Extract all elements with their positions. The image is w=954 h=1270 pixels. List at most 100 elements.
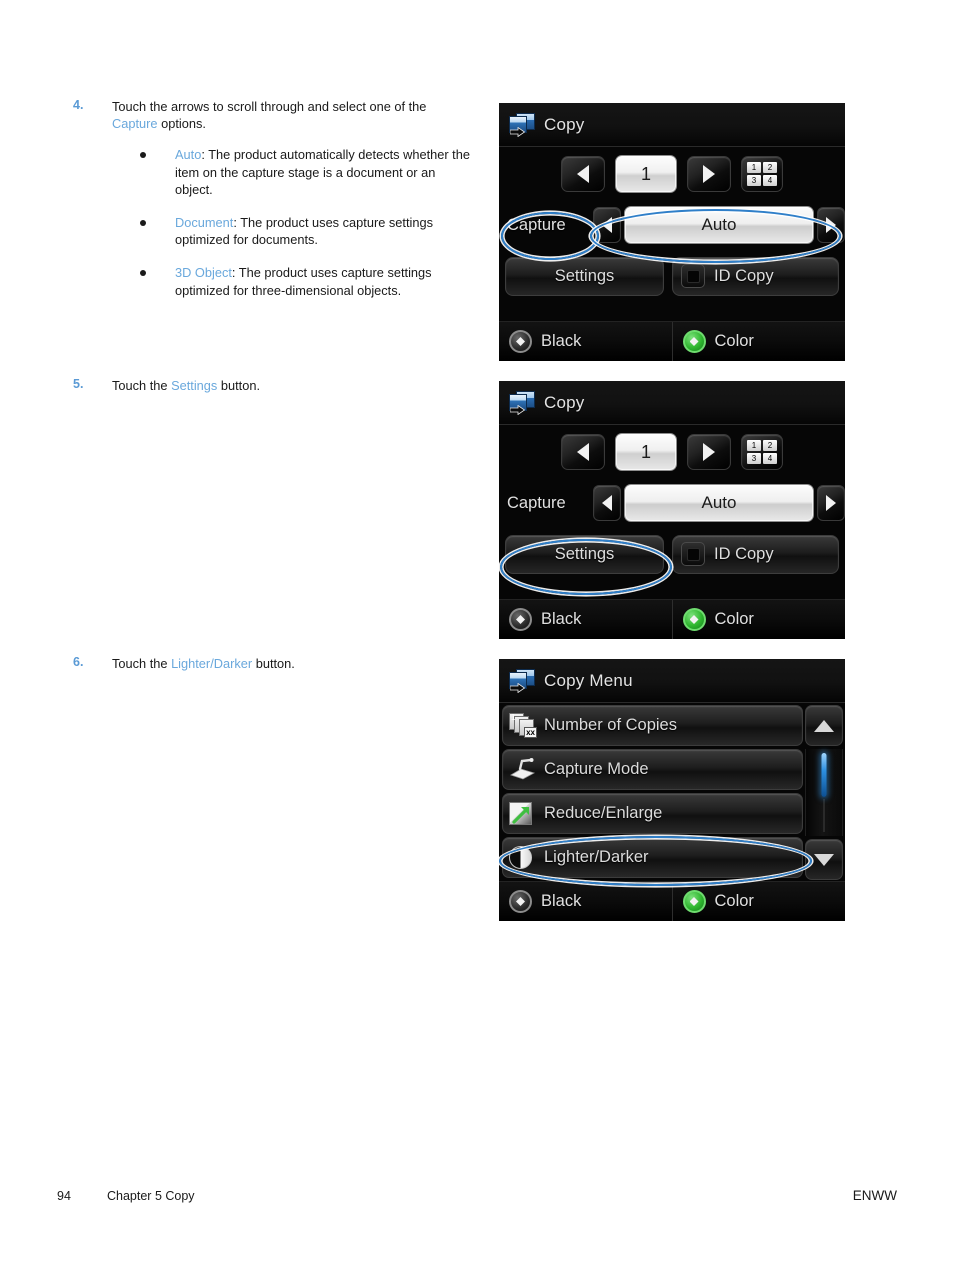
- id-copy-button[interactable]: ID Copy: [672, 534, 839, 574]
- step-6-accent-lighter-darker: Lighter/Darker: [171, 656, 253, 671]
- id-card-icon: [681, 542, 705, 566]
- scrollbar-thumb[interactable]: [821, 753, 827, 797]
- black-label: Black: [541, 332, 582, 350]
- menu-item-capture-mode[interactable]: Capture Mode: [502, 749, 803, 790]
- capture-options-list: Auto: The product automatically detects …: [140, 146, 473, 298]
- copy-count-value[interactable]: 1: [615, 155, 677, 193]
- step-4-accent-capture: Capture: [112, 116, 158, 132]
- id-card-icon: [681, 264, 705, 288]
- copies-icon: 1 xx: [509, 713, 537, 738]
- panel-1-footer: Black Color: [499, 321, 845, 361]
- copy-count-row: 1 1 2 3 4: [499, 433, 845, 471]
- capture-prev-button[interactable]: [593, 485, 621, 521]
- capture-value[interactable]: Auto: [624, 206, 814, 244]
- keypad-icon[interactable]: 1 2 3 4: [741, 156, 783, 192]
- panel-2-footer: Black Color: [499, 599, 845, 639]
- keypad-key-4: 4: [763, 453, 777, 464]
- capture-setting-row: Capture Auto: [499, 482, 845, 524]
- panel-2-header: Copy: [499, 381, 845, 425]
- step-4-body: Touch the arrows to scroll through and s…: [112, 98, 473, 299]
- option-auto-label: Auto: [175, 147, 202, 163]
- keypad-key-2: 2: [763, 440, 777, 451]
- capture-value[interactable]: Auto: [624, 484, 814, 522]
- keypad-key-1: 1: [747, 162, 761, 173]
- decrement-copies-button[interactable]: [561, 434, 605, 470]
- scroll-up-button[interactable]: [805, 705, 843, 746]
- color-start-button[interactable]: Color: [671, 882, 846, 921]
- menu-item-lighter-darker[interactable]: Lighter/Darker: [502, 837, 803, 878]
- device-screen-panel-1: Copy 1 1 2 3 4 Capture Auto Settings ID …: [499, 103, 845, 361]
- panel-1-title: Copy: [544, 114, 585, 134]
- scroll-down-button[interactable]: [805, 839, 843, 880]
- bullet-icon: [140, 151, 146, 158]
- black-start-button[interactable]: Black: [499, 600, 672, 639]
- panel-1-body: 1 1 2 3 4 Capture Auto Settings ID Copy: [499, 147, 845, 322]
- step-6-text-after: button.: [252, 656, 295, 671]
- step-6: 6. Touch the Lighter/Darker button.: [73, 655, 473, 672]
- contrast-icon: [509, 845, 536, 870]
- device-screen-panel-3: Copy Menu 1 xx Number of Copies Capture …: [499, 659, 845, 921]
- resize-arrow-icon: [509, 801, 536, 826]
- settings-button[interactable]: Settings: [505, 534, 664, 574]
- capture-label: Capture: [507, 493, 566, 512]
- menu-item-number-of-copies[interactable]: 1 xx Number of Copies: [502, 705, 803, 746]
- option-document-label: Document: [175, 215, 234, 231]
- menu-scrollbar[interactable]: [805, 705, 843, 880]
- keypad-key-2: 2: [763, 162, 777, 173]
- copy-icon: [509, 668, 535, 693]
- capture-stage-icon: [509, 757, 536, 782]
- menu-item-label: Number of Copies: [544, 716, 677, 734]
- copy-count-value[interactable]: 1: [615, 433, 677, 471]
- scrollbar-track[interactable]: [805, 749, 843, 836]
- panel-3-header: Copy Menu: [499, 659, 845, 703]
- step-4: 4. Touch the arrows to scroll through an…: [73, 98, 473, 299]
- page-number: 94: [57, 1189, 71, 1203]
- menu-item-label: Capture Mode: [544, 760, 649, 778]
- color-start-button[interactable]: Color: [671, 600, 846, 639]
- capture-setting-row: Capture Auto: [499, 204, 845, 246]
- step-6-text-before: Touch the: [112, 656, 172, 671]
- panel-1-button-row: Settings ID Copy: [499, 255, 845, 297]
- panel-3-title: Copy Menu: [544, 670, 633, 690]
- menu-item-reduce-enlarge[interactable]: Reduce/Enlarge: [502, 793, 803, 834]
- panel-2-body: 1 1 2 3 4 Capture Auto Settings ID Copy: [499, 425, 845, 600]
- black-start-button[interactable]: Black: [499, 882, 672, 921]
- increment-copies-button[interactable]: [687, 156, 731, 192]
- step-5-body: Touch the Settings button.: [112, 377, 473, 394]
- keypad-icon[interactable]: 1 2 3 4: [741, 434, 783, 470]
- panel-2-title: Copy: [544, 392, 585, 412]
- list-item: Auto: The product automatically detects …: [140, 146, 473, 198]
- step-4-number: 4.: [73, 98, 84, 112]
- black-start-button[interactable]: Black: [499, 322, 672, 361]
- keypad-key-1: 1: [747, 440, 761, 451]
- color-start-button[interactable]: Color: [671, 322, 846, 361]
- instruction-steps: 4. Touch the arrows to scroll through an…: [73, 98, 473, 315]
- keypad-key-3: 3: [747, 453, 761, 464]
- copy-count-row: 1 1 2 3 4: [499, 155, 845, 193]
- capture-next-button[interactable]: [817, 207, 845, 243]
- color-start-icon: [682, 890, 706, 913]
- keypad-key-3: 3: [747, 175, 761, 186]
- color-label: Color: [714, 332, 754, 350]
- copy-menu-list: 1 xx Number of Copies Capture Mode Reduc…: [499, 703, 803, 882]
- chapter-label: Chapter 5 Copy: [107, 1189, 195, 1203]
- decrement-copies-button[interactable]: [561, 156, 605, 192]
- copy-icon: [509, 390, 535, 415]
- step-4-text-before: Touch the arrows to scroll through and s…: [112, 99, 427, 114]
- increment-copies-button[interactable]: [687, 434, 731, 470]
- black-label: Black: [541, 892, 582, 910]
- settings-button[interactable]: Settings: [505, 256, 664, 296]
- capture-next-button[interactable]: [817, 485, 845, 521]
- device-screen-panel-2: Copy 1 1 2 3 4 Capture Auto Settings ID …: [499, 381, 845, 639]
- panel-3-footer: Black Color: [499, 881, 845, 921]
- black-label: Black: [541, 610, 582, 628]
- step-5: 5. Touch the Settings button.: [73, 377, 473, 394]
- black-start-icon: [509, 330, 532, 353]
- panel-3-body: 1 xx Number of Copies Capture Mode Reduc…: [499, 703, 845, 882]
- capture-prev-button[interactable]: [593, 207, 621, 243]
- panel-2-button-row: Settings ID Copy: [499, 533, 845, 575]
- id-copy-button[interactable]: ID Copy: [672, 256, 839, 296]
- step-5-number: 5.: [73, 377, 84, 391]
- color-start-icon: [682, 330, 706, 353]
- page-footer: 94 Chapter 5 Copy ENWW: [57, 1188, 897, 1203]
